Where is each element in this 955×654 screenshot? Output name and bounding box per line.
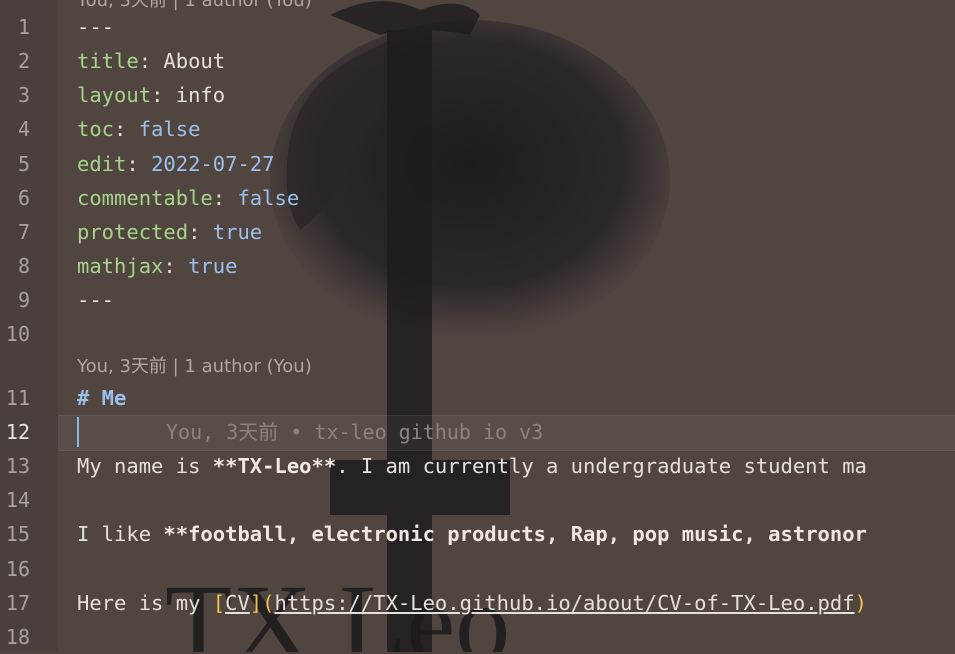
line-number[interactable]: 12 <box>0 415 30 449</box>
code-line-1[interactable]: --- <box>77 10 114 44</box>
code-line-4[interactable]: toc: false <box>77 112 200 146</box>
line-number[interactable]: 14 <box>0 483 30 517</box>
code-line-17[interactable]: Here is my [CV](https://TX-Leo.github.io… <box>77 586 867 620</box>
line-number[interactable]: 2 <box>0 44 30 78</box>
line-number[interactable]: 15 <box>0 517 30 551</box>
code-line-13[interactable]: My name is **TX-Leo**. I am currently a … <box>77 449 867 483</box>
line-number[interactable]: 10 <box>0 317 30 351</box>
cross-image <box>330 30 510 652</box>
code-line-9[interactable]: --- <box>77 283 114 317</box>
code-line-11-heading[interactable]: # Me <box>77 381 126 415</box>
line-number[interactable]: 16 <box>0 552 30 586</box>
line-number[interactable]: 4 <box>0 112 30 146</box>
code-line-15[interactable]: I like **football, electronic products, … <box>77 517 867 551</box>
line-number[interactable]: 1 <box>0 10 30 44</box>
code-line-2[interactable]: title: About <box>77 44 225 78</box>
line-number[interactable]: 13 <box>0 449 30 483</box>
line-number[interactable]: 5 <box>0 147 30 181</box>
code-line-8[interactable]: mathjax: true <box>77 249 237 283</box>
link-text: CV <box>225 591 250 615</box>
code-line-6[interactable]: commentable: false <box>77 181 299 215</box>
text-cursor <box>77 417 79 447</box>
line-number[interactable]: 3 <box>0 78 30 112</box>
line-number[interactable]: 11 <box>0 381 30 415</box>
code-line-5[interactable]: edit: 2022-07-27 <box>77 147 274 181</box>
codelens-blame[interactable]: You, 3天前 | 1 author (You) <box>77 352 312 382</box>
line-number[interactable]: 18 <box>0 620 30 654</box>
lion-head-image <box>270 1 670 340</box>
inline-blame-ghost-text: You, 3天前 • tx-leo github io v3 <box>166 420 544 444</box>
line-number[interactable]: 6 <box>0 181 30 215</box>
line-number[interactable]: 8 <box>0 249 30 283</box>
code-line-3[interactable]: layout: info <box>77 78 225 112</box>
code-line-7[interactable]: protected: true <box>77 215 262 249</box>
line-number[interactable]: 9 <box>0 283 30 317</box>
line-number[interactable]: 7 <box>0 215 30 249</box>
line-number[interactable]: 17 <box>0 586 30 620</box>
link-url: https://TX-Leo.github.io/about/CV-of-TX-… <box>274 591 855 615</box>
